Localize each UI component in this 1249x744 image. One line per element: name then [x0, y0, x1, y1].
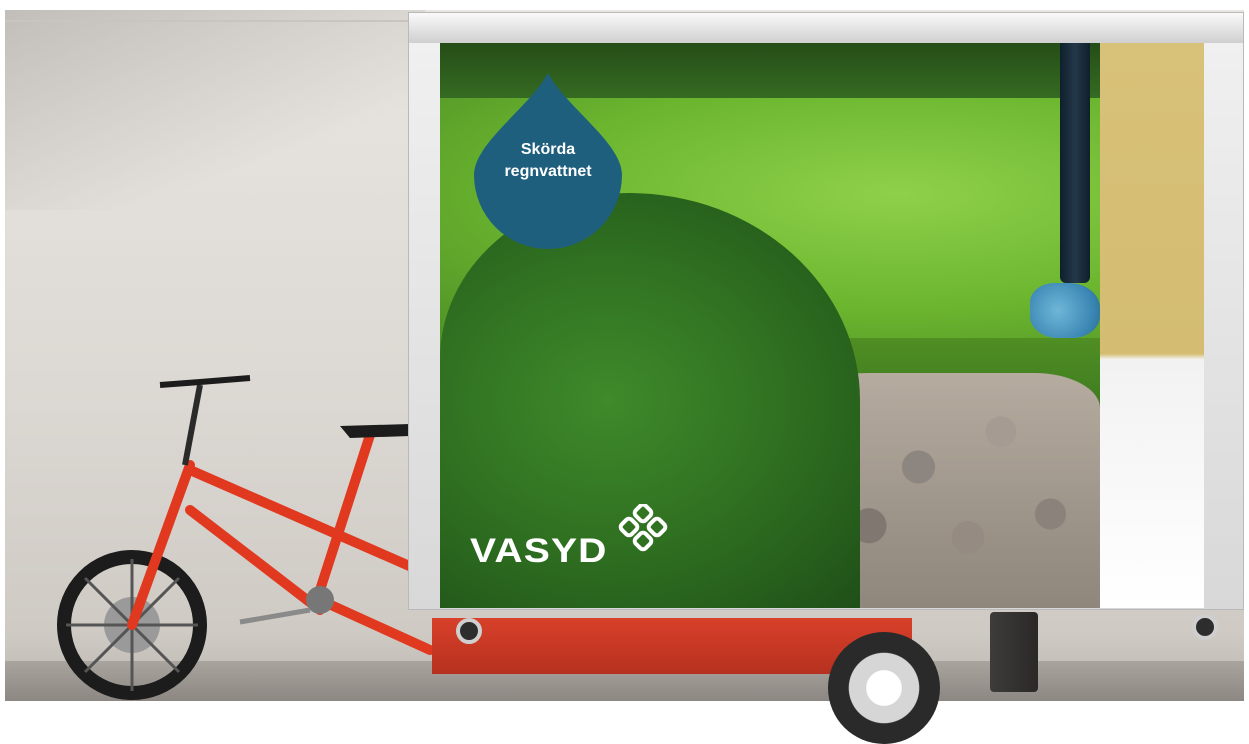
badge-line-2: regnvattnet	[504, 163, 592, 180]
ceiling-shadow	[5, 10, 425, 210]
cargo-bike	[57, 375, 435, 700]
caster-wheel-right	[1192, 614, 1218, 640]
logo-symbol-icon	[618, 504, 668, 552]
trailer-wheel	[828, 632, 940, 744]
person-legs	[990, 612, 1038, 692]
water-drop-badge: Skörda regnvattnet	[474, 73, 622, 249]
downpipe-outlet	[1030, 283, 1100, 338]
badge-text: Skörda regnvattnet	[474, 139, 622, 183]
logo-wordmark: VASYD	[470, 532, 608, 570]
downpipe	[1060, 43, 1090, 283]
house-wall	[1100, 43, 1204, 608]
vasyd-logo: VASYD	[470, 502, 685, 572]
badge-line-1: Skörda	[520, 141, 576, 158]
frame-top-rail	[409, 13, 1243, 43]
caster-wheel-left	[456, 618, 482, 644]
